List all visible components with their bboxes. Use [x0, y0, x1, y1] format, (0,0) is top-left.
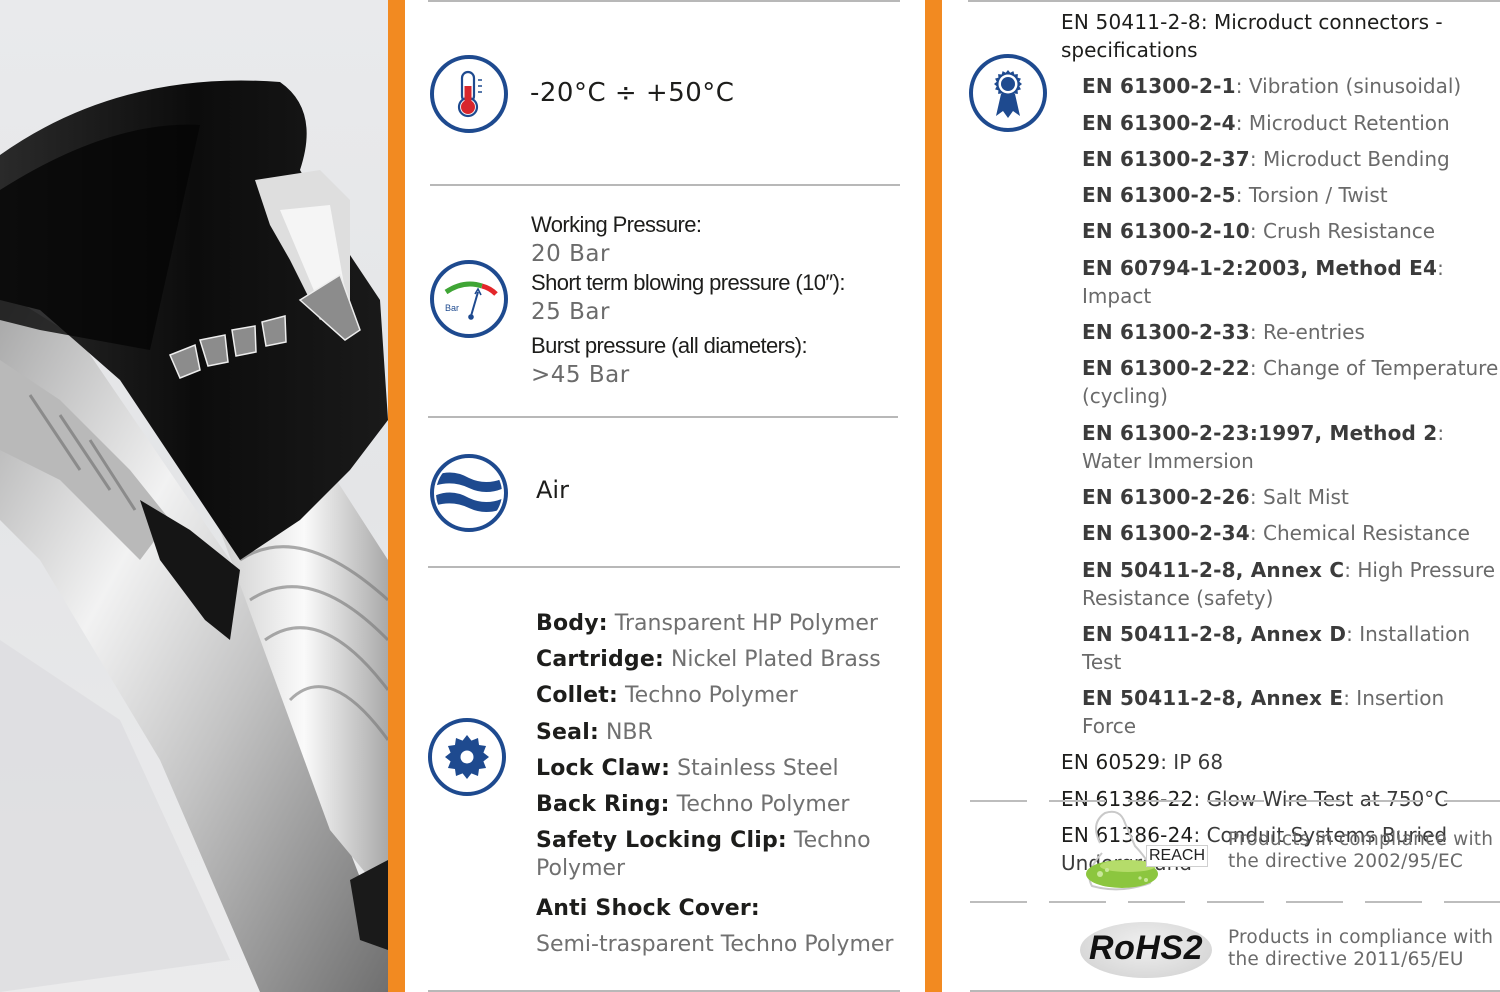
dashed-divider-segment — [1444, 800, 1500, 802]
section-divider — [428, 416, 898, 418]
standard-item: EN 61300-2-26: Salt Mist — [1082, 484, 1349, 509]
dashed-divider-segment — [1049, 901, 1106, 903]
connector-cutaway-illustration — [0, 80, 388, 992]
materials-list: Body: Transparent HP Polymer Cartridge: … — [536, 606, 906, 964]
material-row: Back Ring: Techno Polymer — [536, 792, 850, 818]
pressure-value: >45 Bar — [531, 362, 630, 388]
pressure-label: Burst pressure (all diameters): — [531, 333, 808, 358]
standard-item-main: EN 50411-2-8: Microduct connectors - spe… — [1061, 10, 1443, 62]
rohs-badge: RoHS2 — [1089, 929, 1203, 967]
standard-item: EN 50411-2-8, Annex D: Installation Test — [1082, 621, 1471, 674]
standard-item: EN 60794-1-2:2003, Method E4: Impact — [1082, 255, 1444, 308]
material-row: Collet: Techno Polymer — [536, 683, 798, 709]
material-row: Body: Transparent HP Polymer — [536, 611, 878, 636]
reach-compliance-text: Products in compliance with the directive… — [1228, 829, 1494, 872]
dashed-divider-segment — [1365, 901, 1422, 903]
pressure-label: Short term blowing pressure (10″): — [531, 270, 845, 295]
standard-item: EN 61300-2-22: Change of Temperature (cy… — [1082, 356, 1499, 409]
standard-item: EN 60529: IP 68 — [1061, 750, 1224, 775]
section-divider — [428, 0, 900, 2]
thermometer-icon — [430, 55, 508, 133]
dashed-divider-segment — [1286, 800, 1343, 802]
pressure-value: 25 Bar — [531, 299, 610, 325]
pressure-value: 20 Bar — [531, 241, 610, 267]
operating-temperature: -20°C ÷ +50°C — [530, 78, 735, 108]
standard-item: EN 61300-2-23:1997, Method 2: Water Imme… — [1082, 420, 1445, 473]
air-waves-icon — [430, 454, 508, 532]
standard-item: EN 61300-2-10: Crush Resistance — [1082, 219, 1436, 244]
standard-item: EN 61300-2-1: Vibration (sinusoidal) — [1082, 74, 1462, 99]
fluid-medium: Air — [536, 476, 569, 504]
dashed-divider-segment — [970, 901, 1027, 903]
product-photo — [0, 0, 388, 992]
section-divider — [968, 0, 1500, 2]
award-ribbon-icon — [969, 54, 1047, 132]
standard-item: EN 61300-2-33: Re-entries — [1082, 320, 1365, 345]
pressure-label: Working Pressure: — [531, 212, 702, 237]
orange-divider-right — [925, 0, 942, 992]
standard-item: EN 61300-2-34: Chemical Resistance — [1082, 521, 1470, 546]
section-divider — [430, 184, 900, 186]
dashed-divider-segment — [1128, 901, 1185, 903]
dashed-divider-segment — [1049, 800, 1106, 802]
dashed-divider-segment — [1365, 800, 1422, 802]
dashed-divider-segment — [1444, 901, 1500, 903]
dashed-divider-segment — [1286, 901, 1343, 903]
standard-item: EN 50411-2-8, Annex C: High Pressure Res… — [1082, 557, 1496, 610]
pressure-gauge-icon: Bar — [430, 260, 508, 338]
material-row: Lock Claw: Stainless Steel — [536, 755, 839, 781]
standard-item: EN 61300-2-37: Microduct Bending — [1082, 146, 1450, 171]
standard-item: EN 50411-2-8, Annex E: Insertion Force — [1082, 686, 1445, 739]
reach-badge: REACH — [1146, 845, 1208, 867]
pressure-specs: Working Pressure: 20 Bar Short term blow… — [531, 210, 911, 389]
gear-icon — [428, 718, 506, 796]
material-row: Cartridge: Nickel Plated Brass — [536, 647, 881, 673]
rohs-compliance-text: Products in compliance with the directive… — [1228, 927, 1494, 970]
material-row: Safety Locking Clip: Techno Polymer — [536, 828, 871, 882]
section-divider — [428, 566, 900, 568]
dashed-divider-segment — [1207, 800, 1264, 802]
orange-divider-left — [388, 0, 405, 992]
material-row: Seal: NBR — [536, 719, 653, 745]
standard-item: EN 61300-2-5: Torsion / Twist — [1082, 183, 1388, 208]
standard-item: EN 61300-2-4: Microduct Retention — [1082, 110, 1450, 135]
dashed-divider-segment — [1207, 901, 1264, 903]
dashed-divider-segment — [970, 800, 1027, 802]
gauge-unit-label: Bar — [445, 303, 459, 313]
standards-list: EN 50411-2-8: Microduct connectors - spe… — [1061, 8, 1500, 885]
material-row: Anti Shock Cover: Semi-trasparent Techno … — [536, 896, 894, 958]
dashed-divider-segment — [1128, 800, 1185, 802]
